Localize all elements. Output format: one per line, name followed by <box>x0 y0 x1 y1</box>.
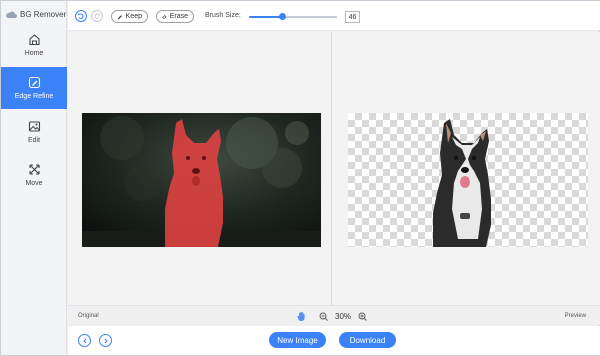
brush-size-value[interactable]: 46 <box>345 11 360 23</box>
brush-size-label: Brush Size: <box>205 12 241 19</box>
chevron-left-icon <box>82 338 86 343</box>
new-image-button[interactable]: New Image <box>269 332 326 348</box>
erase-brush-button[interactable]: Erase <box>156 10 194 23</box>
cutout-dog-image <box>433 119 491 247</box>
sidebar-item-label: Edge Refine <box>14 93 54 100</box>
sidebar-item-label: Move <box>25 180 43 187</box>
zoom-level: 30% <box>335 312 352 321</box>
undo-icon <box>77 13 84 19</box>
sidebar-item-label: Edit <box>27 137 41 144</box>
erase-label: Erase <box>169 13 188 20</box>
undo-button[interactable] <box>75 10 87 22</box>
redo-icon <box>94 13 101 19</box>
slider-thumb[interactable] <box>279 13 287 20</box>
slider-fill <box>249 16 283 18</box>
sidebar-item-edit[interactable]: Edit <box>1 111 67 153</box>
zoom-out-icon[interactable] <box>319 312 328 321</box>
previous-image-button[interactable] <box>78 334 91 347</box>
chevron-right-icon <box>104 338 108 343</box>
preview-label: Preview <box>564 313 586 319</box>
brush-size-slider[interactable] <box>249 13 337 20</box>
app-window: BG Remover Home Edge Refine Edit Move Ke… <box>0 0 600 356</box>
sidebar: BG Remover Home Edge Refine Edit Move <box>1 1 67 355</box>
original-pane[interactable] <box>68 32 331 305</box>
preview-pane[interactable] <box>332 32 600 305</box>
sidebar-item-label: Home <box>24 50 44 57</box>
keep-label: Keep <box>125 13 142 20</box>
keep-brush-button[interactable]: Keep <box>111 10 148 23</box>
zoom-in-icon[interactable] <box>358 312 367 321</box>
status-bar: Original 30% Preview <box>68 305 600 325</box>
cloud-logo-icon <box>6 11 17 18</box>
sidebar-item-move[interactable]: Move <box>1 154 67 196</box>
original-photo <box>82 113 321 247</box>
next-image-button[interactable] <box>99 334 112 347</box>
sidebar-item-edge-refine[interactable]: Edge Refine <box>1 67 67 109</box>
hand-pan-icon[interactable] <box>297 311 306 321</box>
app-title: BG Remover <box>5 7 66 21</box>
image-edit-icon <box>28 121 40 132</box>
app-title-text: BG Remover <box>20 9 67 19</box>
eraser-icon <box>162 15 167 19</box>
original-photo-image <box>82 113 321 247</box>
redo-button[interactable] <box>91 10 103 22</box>
home-icon <box>28 34 40 46</box>
edge-refine-icon <box>28 76 40 89</box>
sidebar-item-home[interactable]: Home <box>1 24 67 66</box>
toolbar: Keep Erase Brush Size: 46 <box>68 1 600 31</box>
original-label: Original <box>78 313 99 319</box>
bottom-bar: New Image Download <box>68 326 600 355</box>
download-button[interactable]: Download <box>339 332 396 348</box>
move-icon <box>28 164 40 175</box>
brush-keep-icon <box>117 15 122 20</box>
transparent-background <box>348 113 588 247</box>
